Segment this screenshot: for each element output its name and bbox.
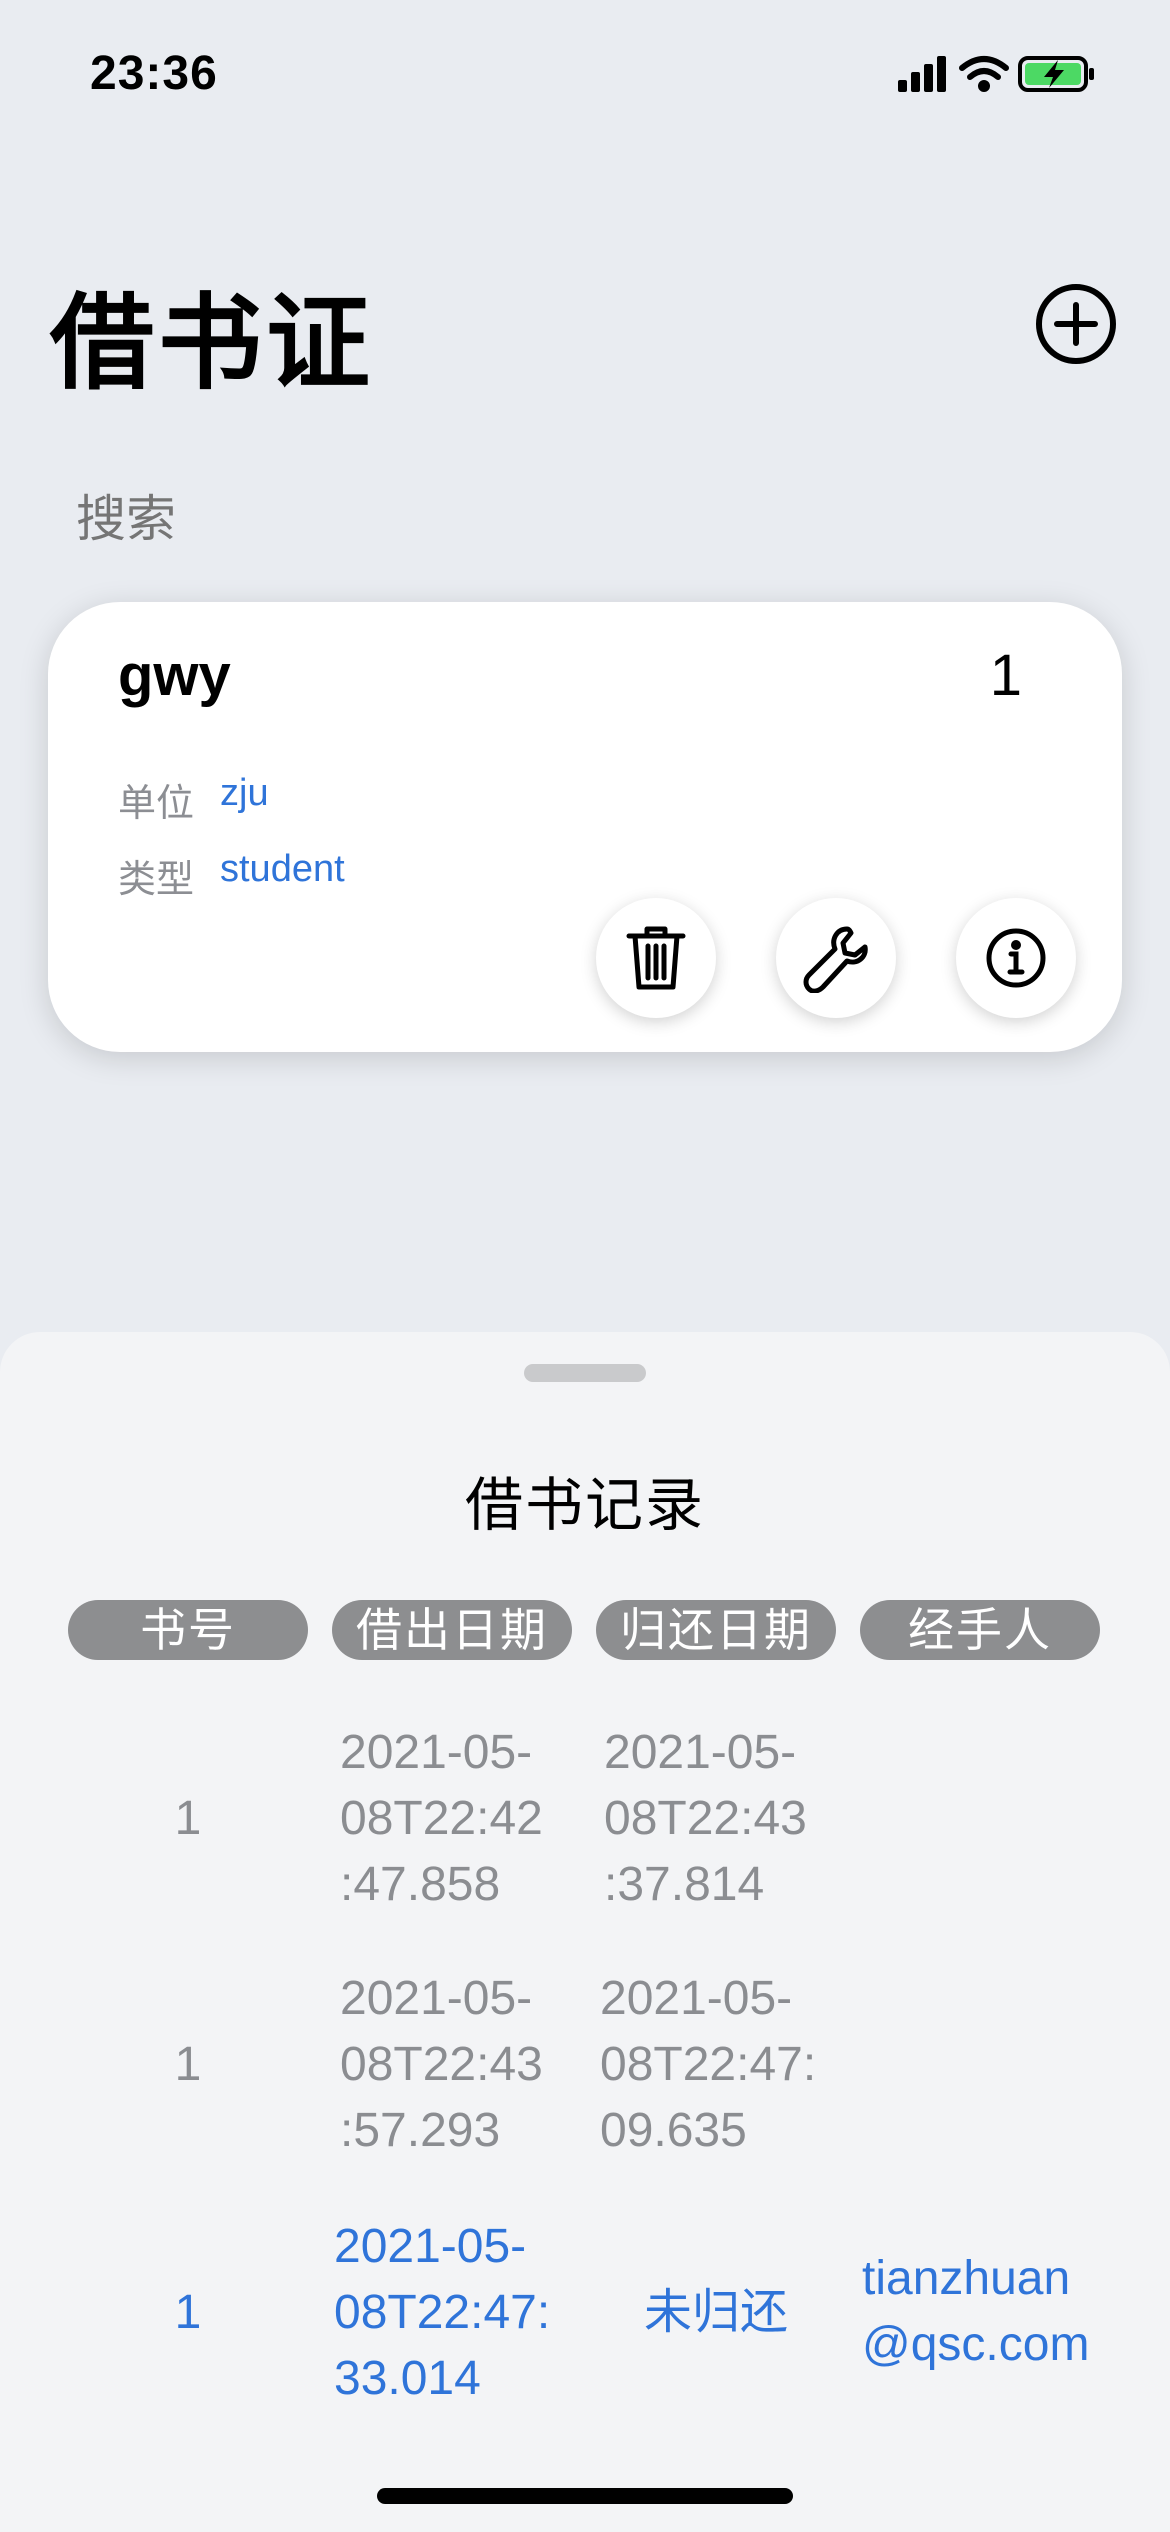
unit-value: zju xyxy=(220,772,269,814)
status-time: 23:36 xyxy=(90,47,218,100)
info-icon xyxy=(986,928,1046,988)
unit-label: 单位 xyxy=(118,783,195,825)
cell-return-status: 未归还 xyxy=(643,2286,788,2339)
cell-return-date: 2021-05- 08T22:43 :37.814 xyxy=(604,1726,807,1911)
cell-borrow-date: 2021-05- 08T22:47: 33.014 xyxy=(334,2220,551,2405)
cell-book-number: 1 xyxy=(174,2038,202,2091)
header-return-date: 归还日期 xyxy=(596,1600,836,1660)
header-book-number: 书号 xyxy=(68,1600,308,1660)
search-input[interactable] xyxy=(76,484,1076,554)
wrench-icon xyxy=(803,926,868,993)
info-button[interactable] xyxy=(956,898,1076,1018)
cell-book-number: 1 xyxy=(174,1792,202,1845)
signal-icon xyxy=(898,56,946,92)
card-count: 1 xyxy=(989,643,1022,708)
cell-borrow-date: 2021-05- 08T22:43 :57.293 xyxy=(340,1972,543,2157)
edit-button[interactable] xyxy=(776,898,896,1018)
cell-return-date: 2021-05- 08T22:47: 09.635 xyxy=(600,1972,817,2157)
type-value: student xyxy=(220,848,345,890)
home-indicator[interactable] xyxy=(377,2488,793,2504)
card-name: gwy xyxy=(118,643,231,708)
sheet-title: 借书记录 xyxy=(464,1473,705,1538)
cell-book-number: 1 xyxy=(174,2286,202,2339)
plus-circle-icon xyxy=(1054,302,1098,346)
header-handler: 经手人 xyxy=(860,1600,1100,1660)
sheet-grabber[interactable] xyxy=(524,1364,646,1382)
battery-charging-icon xyxy=(1018,56,1094,92)
type-label: 类型 xyxy=(118,859,195,901)
status-icons xyxy=(898,50,1118,100)
header-borrow-date: 借出日期 xyxy=(332,1600,572,1660)
page-title: 借书证 xyxy=(50,286,375,402)
screen: 23:36 借书证 搜索 gwy 1 单位 zju 类型 student 借书记… xyxy=(0,0,1170,2532)
cell-handler: tianzhuan @qsc.com xyxy=(862,2252,1090,2371)
trash-icon xyxy=(626,926,686,990)
library-card[interactable]: gwy 1 单位 zju 类型 student xyxy=(48,602,1122,1052)
wifi-icon xyxy=(959,56,1009,92)
status-bar: 23:36 xyxy=(0,0,1170,150)
borrow-records-sheet: 借书记录 书号 借出日期 归还日期 经手人 1 2021-05- 08T22:4… xyxy=(0,1332,1170,2532)
add-card-button[interactable] xyxy=(1036,284,1116,364)
cell-borrow-date: 2021-05- 08T22:42 :47.858 xyxy=(340,1726,543,1911)
delete-button[interactable] xyxy=(596,898,716,1018)
